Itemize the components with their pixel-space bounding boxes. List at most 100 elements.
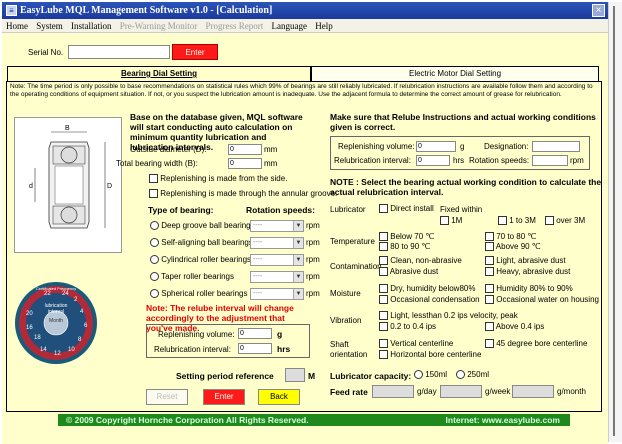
feed-rate-month-unit: g/month (557, 387, 586, 396)
tab-bearing-dial-setting[interactable]: Bearing Dial Setting (7, 66, 311, 81)
menu-installation[interactable]: Installation (71, 21, 112, 31)
feed-rate-label: Feed rate (330, 387, 368, 397)
serial-label: Serial No. (28, 48, 64, 57)
rotation-speed-select[interactable]: ---- ▼ (250, 254, 304, 266)
rotation-speed-select[interactable]: ---- ▼ (250, 220, 304, 232)
direct-install-checkbox[interactable]: Direct install (379, 204, 434, 214)
outside-diameter-input[interactable]: 0 (228, 144, 262, 155)
moisture-option-checkbox[interactable]: Occasional condensation (379, 295, 480, 305)
serial-input[interactable] (68, 45, 170, 59)
bearing-type-radio[interactable]: Self-aligning ball bearings (150, 238, 253, 248)
lubricator-1m-checkbox[interactable]: 1M (440, 216, 463, 226)
groove-replenish-label: Replenishing is made through the annular… (160, 189, 338, 198)
website-link[interactable]: Internet: www.easylube.com (446, 414, 560, 426)
lubricator-1m-label: 1M (451, 216, 463, 225)
vibration-option-checkbox[interactable]: 0.2 to 0.4 ips (379, 322, 436, 332)
right-relub-input[interactable]: 0 (416, 155, 450, 166)
chevron-down-icon: ▼ (293, 272, 303, 282)
temperature-label: Temperature (330, 237, 375, 246)
bearing-type-radio[interactable]: Taper roller bearings (150, 272, 234, 282)
back-button[interactable]: Back (258, 389, 300, 405)
reset-button[interactable]: Reset (146, 389, 188, 405)
dial-number: 14 (40, 347, 47, 353)
vibration-option-label: Above 0.4 ips (495, 322, 545, 331)
capacity-250ml-radio[interactable]: 250ml (456, 370, 490, 380)
rotation-speeds-input[interactable] (532, 155, 568, 166)
groove-replenish-checkbox[interactable]: Replenishing is made through the annular… (149, 189, 338, 199)
menu-language[interactable]: Language (272, 21, 307, 31)
svg-text:Month: Month (49, 318, 63, 324)
moisture-option-label: Humidity 80% to 90% (496, 284, 573, 293)
moisture-option-checkbox[interactable]: Dry, humidity below80% (379, 284, 475, 294)
capacity-250ml-label: 250ml (467, 370, 490, 379)
contamination-option-checkbox[interactable]: Heavy, abrasive dust (485, 267, 570, 277)
tab-electric-motor-dial-setting[interactable]: Electric Motor Dial Setting (311, 66, 599, 81)
vertical-scrollbar[interactable] (608, 2, 622, 442)
svg-text:interval: interval (48, 309, 64, 315)
period-reference-input[interactable] (285, 368, 305, 382)
dial-number: 12 (54, 351, 61, 357)
feed-rate-day-input (372, 385, 414, 398)
menu-system[interactable]: System (36, 21, 63, 31)
temperature-option-checkbox[interactable]: 70 to 80 ℃ (485, 232, 536, 242)
outside-diameter-label: Outside diameter (D): (130, 145, 207, 154)
side-replenish-checkbox[interactable]: Replenishing is made from the side. (149, 174, 287, 184)
left-replenish-label: Replenishing volume: (158, 330, 235, 339)
temperature-option-label: Below 70 ℃ (390, 232, 435, 241)
copyright-text: © 2009 Copyright Hornche Corporation All… (66, 415, 309, 425)
bearing-type-header: Type of bearing: (148, 205, 214, 215)
close-icon[interactable]: × (592, 4, 605, 17)
lubricator-over3m-checkbox[interactable]: over 3M (545, 216, 585, 226)
shaft-label: Shaft (330, 340, 349, 349)
bearing-width-input[interactable]: 0 (228, 158, 262, 169)
vibration-option-checkbox[interactable]: Light, lessthan 0.2 ips velocity, peak (379, 311, 518, 321)
rotation-speed-value: ---- (253, 239, 263, 246)
designation-input[interactable] (532, 141, 580, 152)
dial-number: 10 (68, 347, 75, 353)
shaft-option-checkbox[interactable]: Vertical centerline (379, 339, 453, 349)
lubrication-interval-dial[interactable]: Certificated Frequency lubrication inter… (14, 281, 98, 365)
moisture-option-checkbox[interactable]: Humidity 80% to 90% (485, 284, 573, 294)
right-replenish-input[interactable]: 0 (416, 141, 456, 152)
temperature-option-checkbox[interactable]: Above 90 ℃ (485, 242, 541, 252)
temperature-option-checkbox[interactable]: Below 70 ℃ (379, 232, 435, 242)
left-replenish-value: 0 (238, 328, 272, 339)
lubricator-1to3m-checkbox[interactable]: 1 to 3M (498, 216, 536, 226)
shaft-option-checkbox[interactable]: 45 degree bore centerline (485, 339, 588, 349)
bearing-type-label: Spherical roller bearings (161, 289, 248, 298)
rotation-speed-value: ---- (253, 256, 263, 263)
menu-progress-report: Progress Report (205, 21, 264, 31)
serial-enter-button[interactable]: Enter (172, 44, 218, 60)
capacity-150ml-radio[interactable]: 150ml (414, 370, 447, 380)
shaft-option-checkbox[interactable]: Horizontal bore centerline (379, 350, 481, 360)
temperature-option-checkbox[interactable]: 80 to 90 ℃ (379, 242, 430, 252)
rotation-speed-select[interactable]: ---- ▼ (250, 237, 304, 249)
bearing-label-D: D (107, 183, 112, 190)
contamination-option-checkbox[interactable]: Light, abrasive dust (485, 256, 566, 266)
working-condition-note: NOTE : Select the bearing actual working… (330, 177, 602, 197)
moisture-option-label: Occasional water on housing (496, 295, 599, 304)
period-reference-label: Setting period reference (176, 371, 274, 381)
bearing-type-radio[interactable]: Spherical roller bearings (150, 289, 248, 299)
shaft-option-label: 45 degree bore centerline (496, 339, 588, 348)
bearing-type-label: Self-aligning ball bearings (161, 238, 253, 247)
left-relub-label: Relubrication interval: (154, 345, 231, 354)
right-relub-label: Relubrication interval: (334, 156, 411, 165)
rotation-speed-select[interactable]: ---- ▼ (250, 288, 304, 300)
menu-help[interactable]: Help (315, 21, 333, 31)
menu-home[interactable]: Home (6, 21, 28, 31)
right-relub-unit: hrs (453, 156, 465, 165)
moisture-label: Moisture (330, 289, 361, 298)
moisture-option-checkbox[interactable]: Occasional water on housing (485, 295, 599, 305)
contamination-option-checkbox[interactable]: Abrasive dust (379, 267, 438, 277)
rotation-speed-select[interactable]: ---- ▼ (250, 271, 304, 283)
dial-number: 24 (62, 291, 69, 297)
rotation-speeds-unit: rpm (570, 156, 584, 165)
rotation-speed-unit: rpm (306, 238, 320, 247)
bearing-type-radio[interactable]: Deep groove ball bearings (150, 221, 255, 231)
vibration-option-checkbox[interactable]: Above 0.4 ips (485, 322, 545, 332)
contamination-option-checkbox[interactable]: Clean, non-abrasive (379, 256, 462, 266)
bearing-type-radio[interactable]: Cylindrical roller bearings (150, 255, 251, 265)
rotation-speeds-header: Rotation speeds: (246, 205, 315, 215)
enter-button[interactable]: Enter (203, 389, 245, 405)
